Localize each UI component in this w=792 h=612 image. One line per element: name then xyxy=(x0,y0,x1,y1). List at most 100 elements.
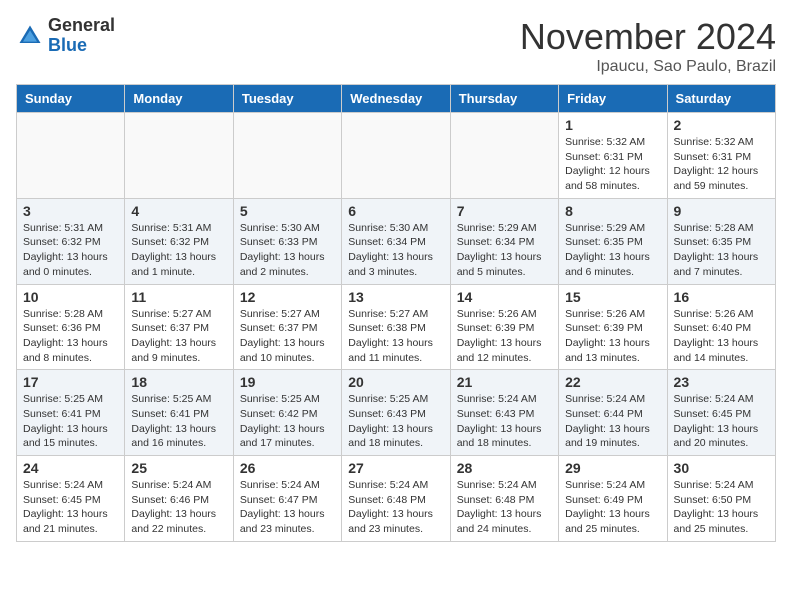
day-info: Sunrise: 5:24 AM Sunset: 6:47 PM Dayligh… xyxy=(240,478,335,537)
day-number: 21 xyxy=(457,374,552,390)
logo-blue-text: Blue xyxy=(48,36,115,56)
calendar-cell: 19 Sunrise: 5:25 AM Sunset: 6:42 PM Dayli… xyxy=(233,370,341,456)
day-info: Sunrise: 5:24 AM Sunset: 6:46 PM Dayligh… xyxy=(131,478,226,537)
day-number: 14 xyxy=(457,289,552,305)
day-number: 1 xyxy=(565,117,660,133)
day-info: Sunrise: 5:24 AM Sunset: 6:45 PM Dayligh… xyxy=(23,478,118,537)
calendar-cell: 13 Sunrise: 5:27 AM Sunset: 6:38 PM Dayli… xyxy=(342,284,450,370)
calendar-cell: 20 Sunrise: 5:25 AM Sunset: 6:43 PM Dayli… xyxy=(342,370,450,456)
day-number: 2 xyxy=(674,117,769,133)
day-number: 3 xyxy=(23,203,118,219)
day-info: Sunrise: 5:24 AM Sunset: 6:43 PM Dayligh… xyxy=(457,392,552,451)
calendar-cell xyxy=(125,113,233,199)
day-number: 28 xyxy=(457,460,552,476)
weekday-header-friday: Friday xyxy=(559,85,667,113)
calendar-row-3: 10 Sunrise: 5:28 AM Sunset: 6:36 PM Dayli… xyxy=(17,284,776,370)
calendar-cell: 28 Sunrise: 5:24 AM Sunset: 6:48 PM Dayli… xyxy=(450,456,558,542)
calendar-cell: 9 Sunrise: 5:28 AM Sunset: 6:35 PM Daylig… xyxy=(667,198,775,284)
day-number: 23 xyxy=(674,374,769,390)
day-info: Sunrise: 5:24 AM Sunset: 6:48 PM Dayligh… xyxy=(457,478,552,537)
day-info: Sunrise: 5:31 AM Sunset: 6:32 PM Dayligh… xyxy=(23,221,118,280)
day-number: 9 xyxy=(674,203,769,219)
calendar-cell xyxy=(450,113,558,199)
calendar-cell: 3 Sunrise: 5:31 AM Sunset: 6:32 PM Daylig… xyxy=(17,198,125,284)
page-header: General Blue November 2024 Ipaucu, Sao P… xyxy=(16,16,776,76)
day-info: Sunrise: 5:25 AM Sunset: 6:43 PM Dayligh… xyxy=(348,392,443,451)
calendar-row-5: 24Sunrise: 5:24 AM Sunset: 6:45 PM Dayli… xyxy=(17,456,776,542)
calendar-cell xyxy=(17,113,125,199)
day-info: Sunrise: 5:27 AM Sunset: 6:37 PM Dayligh… xyxy=(131,307,226,366)
day-info: Sunrise: 5:31 AM Sunset: 6:32 PM Dayligh… xyxy=(131,221,226,280)
day-number: 16 xyxy=(674,289,769,305)
calendar-cell: 1 Sunrise: 5:32 AM Sunset: 6:31 PM Daylig… xyxy=(559,113,667,199)
day-info: Sunrise: 5:24 AM Sunset: 6:45 PM Dayligh… xyxy=(674,392,769,451)
day-number: 11 xyxy=(131,289,226,305)
day-info: Sunrise: 5:26 AM Sunset: 6:40 PM Dayligh… xyxy=(674,307,769,366)
calendar-cell: 29 Sunrise: 5:24 AM Sunset: 6:49 PM Dayli… xyxy=(559,456,667,542)
day-number: 29 xyxy=(565,460,660,476)
calendar-cell xyxy=(342,113,450,199)
weekday-header-sunday: Sunday xyxy=(17,85,125,113)
calendar-cell: 25 Sunrise: 5:24 AM Sunset: 6:46 PM Dayli… xyxy=(125,456,233,542)
location: Ipaucu, Sao Paulo, Brazil xyxy=(520,58,776,76)
logo-general-text: General xyxy=(48,16,115,36)
day-info: Sunrise: 5:32 AM Sunset: 6:31 PM Dayligh… xyxy=(565,135,660,194)
day-number: 6 xyxy=(348,203,443,219)
day-number: 5 xyxy=(240,203,335,219)
calendar-cell: 22Sunrise: 5:24 AM Sunset: 6:44 PM Dayli… xyxy=(559,370,667,456)
weekday-header-wednesday: Wednesday xyxy=(342,85,450,113)
calendar-cell: 8Sunrise: 5:29 AM Sunset: 6:35 PM Daylig… xyxy=(559,198,667,284)
day-info: Sunrise: 5:27 AM Sunset: 6:38 PM Dayligh… xyxy=(348,307,443,366)
weekday-header-saturday: Saturday xyxy=(667,85,775,113)
weekday-header-row: SundayMondayTuesdayWednesdayThursdayFrid… xyxy=(17,85,776,113)
day-info: Sunrise: 5:28 AM Sunset: 6:36 PM Dayligh… xyxy=(23,307,118,366)
logo-text: General Blue xyxy=(48,16,115,56)
day-info: Sunrise: 5:27 AM Sunset: 6:37 PM Dayligh… xyxy=(240,307,335,366)
day-number: 15 xyxy=(565,289,660,305)
day-info: Sunrise: 5:29 AM Sunset: 6:34 PM Dayligh… xyxy=(457,221,552,280)
day-info: Sunrise: 5:25 AM Sunset: 6:42 PM Dayligh… xyxy=(240,392,335,451)
day-info: Sunrise: 5:24 AM Sunset: 6:44 PM Dayligh… xyxy=(565,392,660,451)
day-info: Sunrise: 5:30 AM Sunset: 6:33 PM Dayligh… xyxy=(240,221,335,280)
day-number: 12 xyxy=(240,289,335,305)
calendar-cell: 11 Sunrise: 5:27 AM Sunset: 6:37 PM Dayli… xyxy=(125,284,233,370)
calendar-cell: 12 Sunrise: 5:27 AM Sunset: 6:37 PM Dayli… xyxy=(233,284,341,370)
day-number: 7 xyxy=(457,203,552,219)
day-info: Sunrise: 5:25 AM Sunset: 6:41 PM Dayligh… xyxy=(131,392,226,451)
calendar-cell: 15 Sunrise: 5:26 AM Sunset: 6:39 PM Dayli… xyxy=(559,284,667,370)
day-info: Sunrise: 5:24 AM Sunset: 6:49 PM Dayligh… xyxy=(565,478,660,537)
calendar-row-2: 3 Sunrise: 5:31 AM Sunset: 6:32 PM Daylig… xyxy=(17,198,776,284)
day-info: Sunrise: 5:28 AM Sunset: 6:35 PM Dayligh… xyxy=(674,221,769,280)
calendar-cell xyxy=(233,113,341,199)
day-info: Sunrise: 5:29 AM Sunset: 6:35 PM Dayligh… xyxy=(565,221,660,280)
day-info: Sunrise: 5:32 AM Sunset: 6:31 PM Dayligh… xyxy=(674,135,769,194)
calendar-row-4: 17 Sunrise: 5:25 AM Sunset: 6:41 PM Dayli… xyxy=(17,370,776,456)
day-number: 17 xyxy=(23,374,118,390)
day-number: 13 xyxy=(348,289,443,305)
calendar-cell: 23 Sunrise: 5:24 AM Sunset: 6:45 PM Dayli… xyxy=(667,370,775,456)
calendar-cell: 10 Sunrise: 5:28 AM Sunset: 6:36 PM Dayli… xyxy=(17,284,125,370)
calendar-cell: 27 Sunrise: 5:24 AM Sunset: 6:48 PM Dayli… xyxy=(342,456,450,542)
day-info: Sunrise: 5:26 AM Sunset: 6:39 PM Dayligh… xyxy=(565,307,660,366)
day-number: 25 xyxy=(131,460,226,476)
calendar-cell: 17Sunrise: 5:25 AM Sunset: 6:41 PM Dayli… xyxy=(17,370,125,456)
calendar-table: SundayMondayTuesdayWednesdayThursdayFrid… xyxy=(16,84,776,542)
calendar-row-1: 1 Sunrise: 5:32 AM Sunset: 6:31 PM Daylig… xyxy=(17,113,776,199)
month-title: November 2024 xyxy=(520,16,776,58)
calendar-cell: 26Sunrise: 5:24 AM Sunset: 6:47 PM Dayli… xyxy=(233,456,341,542)
day-number: 18 xyxy=(131,374,226,390)
calendar-cell: 24Sunrise: 5:24 AM Sunset: 6:45 PM Dayli… xyxy=(17,456,125,542)
calendar-cell: 4Sunrise: 5:31 AM Sunset: 6:32 PM Daylig… xyxy=(125,198,233,284)
calendar-cell: 7 Sunrise: 5:29 AM Sunset: 6:34 PM Daylig… xyxy=(450,198,558,284)
day-number: 30 xyxy=(674,460,769,476)
day-number: 27 xyxy=(348,460,443,476)
day-number: 10 xyxy=(23,289,118,305)
logo-icon xyxy=(16,22,44,50)
day-info: Sunrise: 5:24 AM Sunset: 6:48 PM Dayligh… xyxy=(348,478,443,537)
calendar-cell: 6Sunrise: 5:30 AM Sunset: 6:34 PM Daylig… xyxy=(342,198,450,284)
logo: General Blue xyxy=(16,16,115,56)
calendar-cell: 30Sunrise: 5:24 AM Sunset: 6:50 PM Dayli… xyxy=(667,456,775,542)
day-number: 19 xyxy=(240,374,335,390)
calendar-cell: 14Sunrise: 5:26 AM Sunset: 6:39 PM Dayli… xyxy=(450,284,558,370)
day-number: 20 xyxy=(348,374,443,390)
